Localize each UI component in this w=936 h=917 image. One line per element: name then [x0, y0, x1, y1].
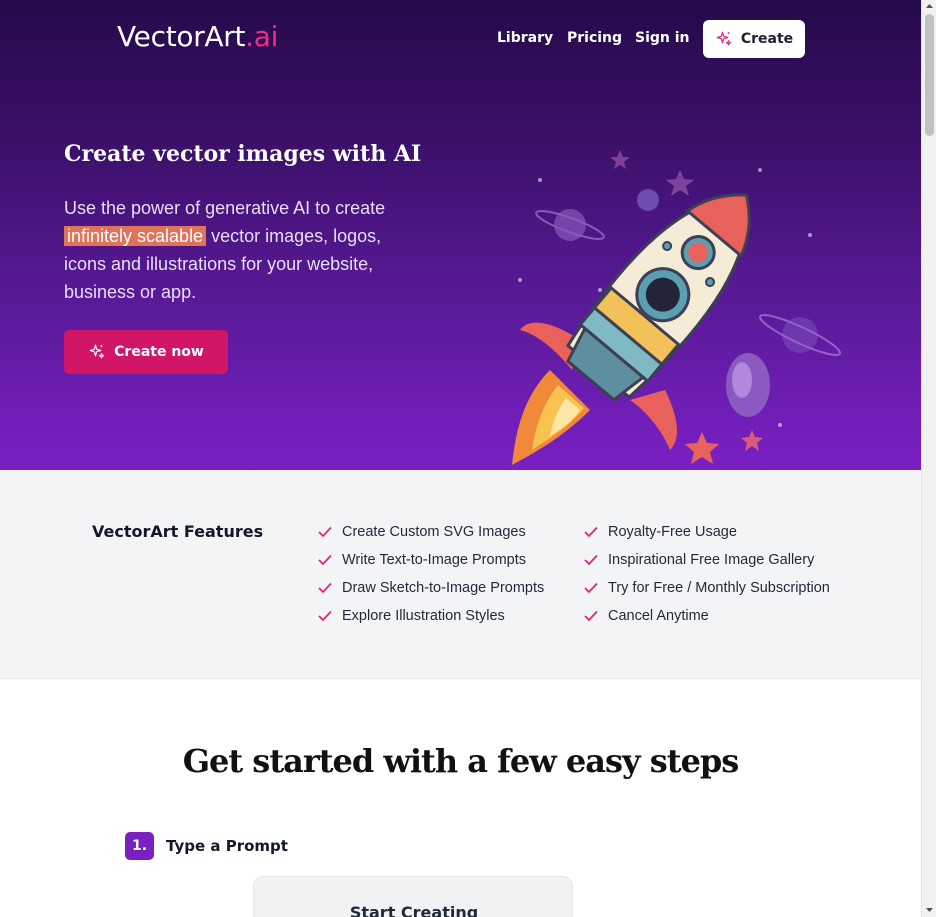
logo[interactable]: VectorArt.ai — [117, 20, 278, 53]
logo-name: VectorArt — [117, 20, 246, 53]
hero-desc-start: Use the power of generative AI to create — [64, 198, 386, 218]
feature-item: Write Text-to-Image Prompts — [318, 546, 544, 574]
hero-title: Create vector images with AI — [64, 141, 422, 167]
feature-item: Create Custom SVG Images — [318, 518, 544, 546]
create-now-button[interactable]: Create now — [64, 330, 228, 374]
feature-item: Inspirational Free Image Gallery — [584, 546, 830, 574]
feature-item: Royalty-Free Usage — [584, 518, 830, 546]
check-icon — [318, 554, 332, 566]
nav-pricing-link[interactable]: Pricing — [567, 30, 622, 46]
check-icon — [584, 554, 598, 566]
hero-section: VectorArt.ai Library Pricing Sign in Cre… — [0, 0, 921, 470]
nav-signin-link[interactable]: Sign in — [635, 30, 690, 46]
feature-label: Inspirational Free Image Gallery — [608, 552, 815, 568]
check-icon — [318, 582, 332, 594]
start-creating-card: Start Creating — [253, 876, 573, 917]
sparkle-icon — [716, 31, 732, 46]
create-now-label: Create now — [114, 344, 204, 360]
check-icon — [584, 610, 598, 622]
page-scrollbar[interactable] — [921, 0, 936, 917]
page: VectorArt.ai Library Pricing Sign in Cre… — [0, 0, 921, 917]
check-icon — [584, 582, 598, 594]
scroll-thumb[interactable] — [925, 14, 934, 136]
hero-description: Use the power of generative AI to create… — [64, 194, 414, 306]
check-icon — [318, 610, 332, 622]
card-title: Start Creating — [349, 903, 479, 917]
feature-label: Create Custom SVG Images — [342, 524, 526, 540]
check-icon — [318, 526, 332, 538]
feature-label: Draw Sketch-to-Image Prompts — [342, 580, 545, 596]
nav-create-label: Create — [740, 31, 794, 47]
logo-suffix: .ai — [245, 20, 279, 53]
nav-library-link[interactable]: Library — [497, 30, 553, 46]
feature-label: Write Text-to-Image Prompts — [342, 552, 526, 568]
nav-create-button[interactable]: Create — [703, 20, 805, 58]
features-title: VectorArt Features — [92, 522, 264, 541]
feature-item: Explore Illustration Styles — [318, 602, 544, 630]
feature-label: Cancel Anytime — [608, 608, 709, 624]
features-list-right: Royalty-Free Usage Inspirational Free Im… — [584, 518, 830, 630]
scroll-down-arrow-icon[interactable] — [925, 905, 934, 914]
scroll-up-arrow-icon[interactable] — [925, 2, 934, 11]
feature-label: Explore Illustration Styles — [342, 608, 505, 624]
feature-item: Try for Free / Monthly Subscription — [584, 574, 830, 602]
sparkle-icon — [89, 344, 105, 359]
check-icon — [584, 526, 598, 538]
features-list-left: Create Custom SVG Images Write Text-to-I… — [318, 518, 544, 630]
feature-label: Try for Free / Monthly Subscription — [608, 580, 830, 596]
feature-item: Draw Sketch-to-Image Prompts — [318, 574, 544, 602]
hero-desc-highlight: infinitely scalable — [64, 226, 207, 246]
feature-item: Cancel Anytime — [584, 602, 830, 630]
steps-title: Get started with a few easy steps — [182, 742, 740, 780]
feature-label: Royalty-Free Usage — [608, 524, 737, 540]
step-label: Type a Prompt — [166, 837, 288, 855]
features-section: VectorArt Features Create Custom SVG Ima… — [0, 470, 921, 679]
rocket-illustration — [512, 150, 842, 465]
step-number-badge: 1. — [125, 832, 154, 860]
